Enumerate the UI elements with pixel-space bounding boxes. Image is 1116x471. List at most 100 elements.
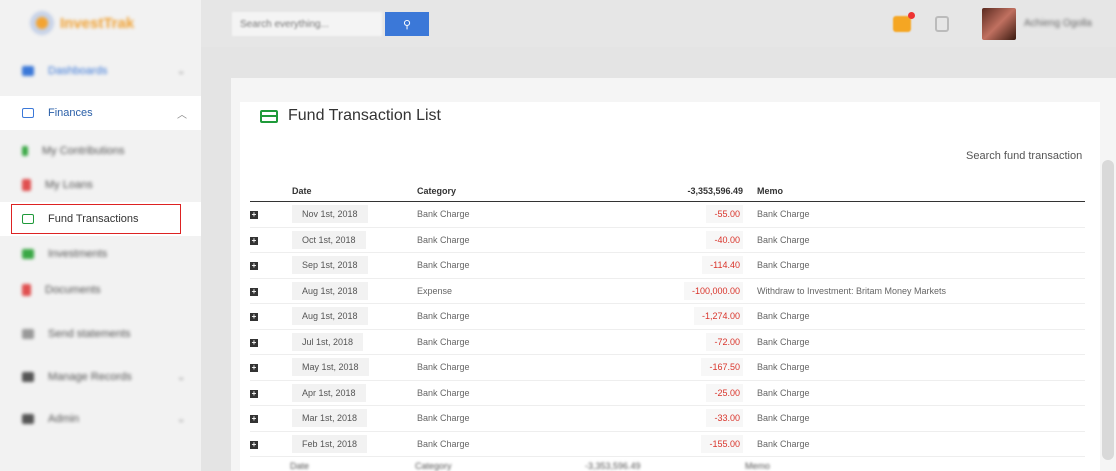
- avatar[interactable]: [982, 8, 1016, 40]
- admin-icon: [22, 414, 34, 424]
- scrollbar[interactable]: [1102, 160, 1114, 460]
- investment-icon: [22, 249, 34, 259]
- lock-icon[interactable]: [935, 16, 949, 32]
- table-footer-row: Date Category -3,353,596.49 Memo: [290, 461, 770, 471]
- row-memo: Bank Charge: [743, 431, 1085, 457]
- loan-icon: [22, 179, 31, 191]
- row-memo: Bank Charge: [743, 329, 1085, 355]
- table-row[interactable]: + May 1st, 2018 Bank Charge -167.50 Bank…: [250, 354, 1085, 381]
- table-row[interactable]: + Apr 1st, 2018 Bank Charge -25.00 Bank …: [250, 380, 1085, 406]
- footer-date: Date: [290, 461, 310, 471]
- column-header-amount-total[interactable]: -3,353,596.49: [617, 181, 743, 202]
- expand-icon[interactable]: +: [250, 313, 258, 322]
- expand-icon[interactable]: +: [250, 338, 258, 347]
- expand-icon[interactable]: +: [250, 364, 258, 373]
- row-category: Bank Charge: [417, 431, 617, 457]
- row-amount: -155.00: [701, 434, 743, 453]
- table-row[interactable]: + Aug 1st, 2018 Expense -100,000.00 With…: [250, 278, 1085, 304]
- row-memo: Bank Charge: [743, 405, 1085, 432]
- row-date: Sep 1st, 2018: [292, 256, 368, 275]
- sidebar-item-my-loans[interactable]: My Loans: [0, 168, 201, 202]
- expand-column-header: [250, 181, 292, 202]
- sidebar-item-label: Send statements: [48, 328, 131, 340]
- row-memo: Bank Charge: [743, 227, 1085, 253]
- table-row[interactable]: + Aug 1st, 2018 Bank Charge -1,274.00 Ba…: [250, 303, 1085, 330]
- row-category: Bank Charge: [417, 252, 617, 279]
- expand-icon[interactable]: +: [250, 389, 258, 398]
- sidebar-item-my-contributions[interactable]: My Contributions: [0, 134, 201, 168]
- row-category: Bank Charge: [417, 354, 617, 381]
- row-category: Bank Charge: [417, 329, 617, 355]
- chevron-down-icon: ⌄: [177, 371, 186, 383]
- row-category: Bank Charge: [417, 380, 617, 406]
- table-row[interactable]: + Sep 1st, 2018 Bank Charge -114.40 Bank…: [250, 252, 1085, 279]
- expand-icon[interactable]: +: [250, 236, 258, 245]
- global-search-input[interactable]: [232, 12, 382, 36]
- column-header-memo[interactable]: Memo: [743, 181, 1085, 202]
- row-amount: -55.00: [706, 205, 743, 224]
- footer-amount-total: -3,353,596.49: [585, 461, 641, 471]
- dashboard-icon: [22, 66, 34, 76]
- logo-icon: [28, 9, 56, 37]
- sidebar-item-send-statements[interactable]: Send statements: [0, 317, 201, 351]
- expand-icon[interactable]: +: [250, 440, 258, 449]
- selection-highlight: [11, 204, 181, 234]
- row-memo: Bank Charge: [743, 252, 1085, 279]
- sidebar-item-admin[interactable]: Admin ⌄: [0, 402, 201, 436]
- app-logo[interactable]: InvestTrak: [28, 8, 134, 38]
- sidebar-item-label: Admin: [48, 413, 80, 425]
- row-amount: -1,274.00: [693, 307, 743, 326]
- row-date: Mar 1st, 2018: [292, 409, 368, 428]
- row-date: Nov 1st, 2018: [292, 205, 368, 224]
- table-row[interactable]: + Feb 1st, 2018 Bank Charge -155.00 Bank…: [250, 431, 1085, 457]
- sidebar-item-label: Finances: [48, 107, 93, 119]
- row-amount: -114.40: [702, 256, 743, 275]
- row-date: May 1st, 2018: [292, 358, 369, 377]
- column-header-category[interactable]: Category: [417, 181, 617, 202]
- page-title-text: Fund Transaction List: [288, 107, 441, 124]
- fund-search-label[interactable]: Search fund transaction: [966, 150, 1082, 162]
- sidebar-item-label: Manage Records: [48, 371, 132, 383]
- table-row[interactable]: + Nov 1st, 2018 Bank Charge -55.00 Bank …: [250, 201, 1085, 228]
- expand-icon[interactable]: +: [250, 415, 258, 424]
- sidebar-item-label: My Contributions: [42, 145, 125, 157]
- row-amount: -25.00: [706, 383, 743, 402]
- sidebar-item-finances[interactable]: Finances ︿: [0, 96, 201, 130]
- row-amount: -100,000.00: [683, 281, 743, 300]
- sidebar-item-label: My Loans: [45, 179, 93, 191]
- footer-memo: Memo: [745, 461, 771, 471]
- user-name[interactable]: Achieng Ogolla: [1024, 18, 1092, 29]
- chevron-down-icon: ⌄: [177, 413, 186, 425]
- column-header-date[interactable]: Date: [292, 181, 417, 202]
- row-date: Feb 1st, 2018: [292, 434, 368, 453]
- notifications-icon[interactable]: [893, 16, 911, 32]
- sidebar-item-label: Dashboards: [48, 65, 108, 77]
- row-memo: Bank Charge: [743, 201, 1085, 228]
- expand-icon[interactable]: +: [250, 262, 258, 271]
- sidebar-item-dashboards[interactable]: Dashboards ⌄: [0, 54, 201, 88]
- records-icon: [22, 372, 34, 382]
- row-memo: Bank Charge: [743, 354, 1085, 381]
- send-icon: [22, 329, 34, 339]
- table-row[interactable]: + Mar 1st, 2018 Bank Charge -33.00 Bank …: [250, 405, 1085, 432]
- footer-category: Category: [415, 461, 452, 471]
- row-memo: Bank Charge: [743, 380, 1085, 406]
- search-icon: ⚲: [402, 18, 412, 31]
- fund-transaction-table: Date Category -3,353,596.49 Memo + Nov 1…: [250, 181, 1085, 457]
- row-memo: Bank Charge: [743, 303, 1085, 330]
- sidebar-item-investments[interactable]: Investments: [0, 237, 201, 271]
- expand-icon[interactable]: +: [250, 211, 258, 220]
- row-amount: -33.00: [706, 409, 743, 428]
- search-button[interactable]: ⚲: [385, 12, 429, 36]
- row-memo: Withdraw to Investment: Britam Money Mar…: [743, 278, 1085, 304]
- contribution-icon: [22, 146, 28, 156]
- row-date: Jul 1st, 2018: [292, 332, 364, 351]
- money-icon: [22, 108, 34, 118]
- sidebar-item-documents[interactable]: Documents: [0, 273, 201, 307]
- table-header-row: Date Category -3,353,596.49 Memo: [250, 181, 1085, 202]
- sidebar-item-manage-records[interactable]: Manage Records ⌄: [0, 360, 201, 394]
- sidebar-item-label: Investments: [48, 248, 108, 260]
- table-row[interactable]: + Oct 1st, 2018 Bank Charge -40.00 Bank …: [250, 227, 1085, 253]
- table-row[interactable]: + Jul 1st, 2018 Bank Charge -72.00 Bank …: [250, 329, 1085, 355]
- expand-icon[interactable]: +: [250, 287, 258, 296]
